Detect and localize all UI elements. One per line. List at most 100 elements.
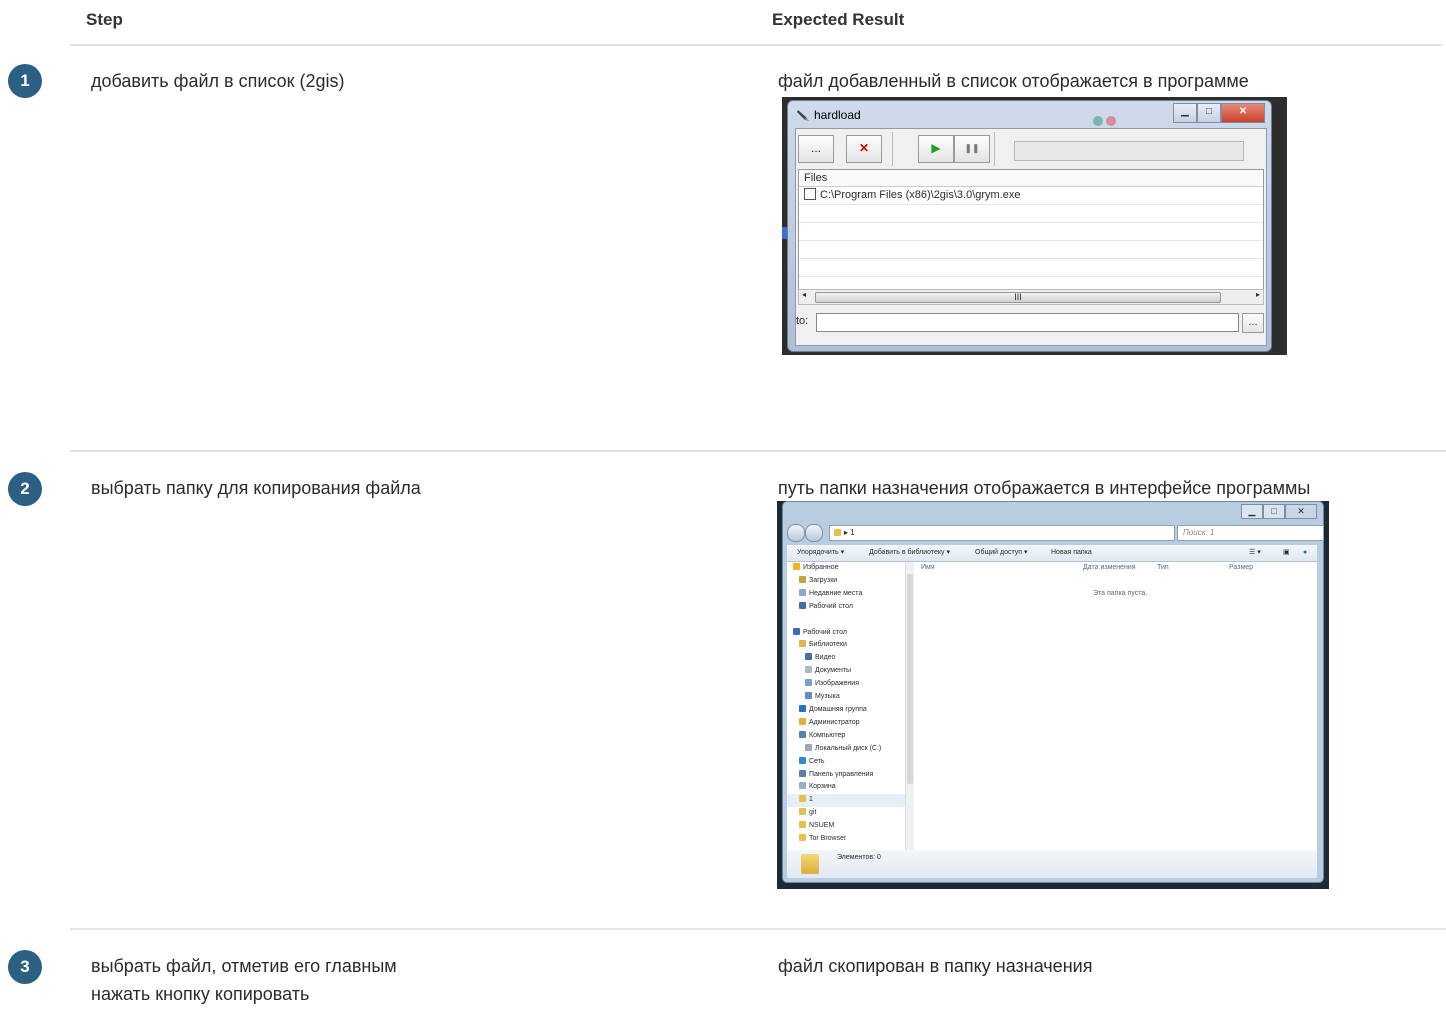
empty-row [799, 205, 1263, 223]
address-bar[interactable]: ▸ 1 [829, 525, 1175, 541]
scroll-thumb[interactable]: III [815, 292, 1221, 303]
command-bar: Упорядочить ▾ Добавить в библиотеку ▾ Об… [787, 545, 1317, 562]
tree-item[interactable]: Документы [787, 665, 905, 678]
toolbar-divider [994, 132, 995, 166]
folder-icon [834, 529, 841, 536]
progress-bar [1014, 141, 1244, 161]
tree-item-label: Корзина [809, 783, 836, 791]
tree-item[interactable]: 1 [787, 794, 905, 808]
hardload-window: hardload ▁ □ ✕ ... ✕ ▶ ❚❚ Files C:\Progr… [787, 100, 1272, 352]
column-date[interactable]: Дата изменения [1083, 562, 1136, 574]
minimize-icon[interactable]: ▁ [1173, 103, 1197, 123]
tree-item-label: Документы [815, 667, 852, 675]
tree-item-label: Tor Browser [809, 835, 847, 843]
close-icon[interactable]: ✕ [1221, 103, 1265, 123]
tree-item[interactable]: git [787, 807, 905, 820]
new-folder-button[interactable]: Новая папка [1051, 545, 1092, 561]
empty-row [799, 241, 1263, 259]
maximize-icon[interactable]: □ [1197, 103, 1221, 123]
tree-item[interactable]: Изображения [787, 678, 905, 691]
tree-item[interactable]: Библиотеки [787, 639, 905, 652]
tree-item[interactable]: Недавние места [787, 588, 905, 601]
step-number-badge: 1 [8, 64, 42, 98]
folder-icon [799, 782, 806, 790]
tree-item [787, 614, 905, 627]
add-to-library-menu[interactable]: Добавить в библиотеку ▾ [869, 545, 950, 561]
view-options-icon[interactable]: ☰ ▾ [1249, 545, 1261, 561]
tree-item[interactable]: Загрузки [787, 575, 905, 588]
tree-item[interactable]: Музыка [787, 691, 905, 704]
folder-icon [799, 588, 806, 596]
empty-folder-message: Эта папка пуста. [1093, 590, 1148, 597]
app-icon [797, 110, 809, 121]
files-list[interactable]: Files C:\Program Files (x86)\2gis\3.0\gr… [798, 169, 1264, 291]
navigation-tree: Избранное Загрузки Недавние места Рабочий с… [787, 562, 905, 850]
window-controls: ▁ □ ✕ [1241, 504, 1317, 519]
minimize-icon[interactable]: ▁ [1241, 504, 1263, 519]
hardload-client-area: ... ✕ ▶ ❚❚ Files C:\Program Files (x86)\… [795, 128, 1267, 346]
tree-item-label: Администратор [809, 718, 860, 726]
hardload-screenshot: hardload ▁ □ ✕ ... ✕ ▶ ❚❚ Files C:\Progr… [782, 97, 1287, 355]
help-icon[interactable]: ● [1303, 545, 1307, 561]
step-number-badge: 3 [8, 950, 42, 984]
tree-item[interactable]: Компьютер [787, 730, 905, 743]
file-checkbox[interactable] [804, 188, 816, 200]
folder-icon [799, 601, 806, 609]
folder-icon [801, 854, 819, 874]
tree-item[interactable]: Локальный диск (C:) [787, 743, 905, 756]
pause-button[interactable]: ❚❚ [954, 135, 990, 163]
items-count: Элементов: 0 [837, 854, 881, 861]
column-type[interactable]: Тип [1157, 562, 1169, 574]
tree-scrollbar[interactable] [905, 562, 914, 850]
maximize-icon[interactable]: □ [1263, 504, 1285, 519]
tree-item[interactable]: Администратор [787, 717, 905, 730]
back-icon[interactable] [787, 524, 805, 542]
tree-item[interactable]: Домашняя группа [787, 704, 905, 717]
tree-item[interactable]: Видео [787, 652, 905, 665]
preview-pane-icon[interactable]: ▣ [1283, 545, 1290, 561]
star-icon [793, 563, 800, 570]
folder-icon [799, 795, 806, 803]
tree-item[interactable]: Сеть [787, 756, 905, 769]
tree-item[interactable]: Панель управления [787, 769, 905, 782]
search-input[interactable]: Поиск: 1 [1177, 525, 1324, 541]
forward-icon[interactable] [805, 524, 823, 542]
destination-input[interactable] [816, 313, 1239, 332]
window-title: hardload [814, 108, 861, 122]
scroll-left-icon[interactable]: ◂ [802, 290, 806, 299]
column-size[interactable]: Размер [1229, 562, 1253, 574]
scroll-thumb[interactable] [907, 574, 913, 784]
folder-icon [799, 769, 806, 777]
tree-item[interactable]: Рабочий стол [787, 627, 905, 640]
tree-item-label: Локальный диск (C:) [815, 744, 882, 752]
tree-item[interactable]: Tor Browser [787, 833, 905, 846]
scroll-right-icon[interactable]: ▸ [1256, 290, 1260, 299]
browse-destination-button[interactable]: ... [1242, 313, 1264, 333]
horizontal-scrollbar[interactable]: ◂ III ▸ [798, 289, 1264, 305]
tree-item-label: NSUEM [809, 822, 835, 830]
empty-row [799, 223, 1263, 241]
explorer-content: Избранное Загрузки Недавние места Рабочий с… [787, 562, 1317, 850]
folder-icon [805, 653, 812, 661]
folder-icon [793, 627, 800, 635]
step-number-badge: 2 [8, 472, 42, 506]
tree-item[interactable]: Избранное [787, 562, 905, 575]
share-menu[interactable]: Общий доступ ▾ [975, 545, 1028, 561]
file-row[interactable]: C:\Program Files (x86)\2gis\3.0\grym.exe [799, 187, 1263, 205]
folder-icon [799, 575, 806, 583]
folder-icon [799, 717, 806, 725]
tree-item-label: Загрузки [809, 576, 838, 584]
browse-files-button[interactable]: ... [798, 135, 834, 163]
column-name[interactable]: Имя [921, 562, 935, 574]
folder-icon [799, 834, 806, 842]
tree-item[interactable]: NSUEM [787, 820, 905, 833]
tree-item[interactable]: Рабочий стол [787, 601, 905, 614]
start-copy-button[interactable]: ▶ [918, 135, 954, 163]
organize-menu[interactable]: Упорядочить ▾ [797, 545, 844, 561]
remove-file-button[interactable]: ✕ [846, 135, 882, 163]
tree-item-label: Недавние места [809, 589, 863, 597]
tree-item-label: Библиотеки [809, 641, 847, 649]
close-icon[interactable]: ✕ [1285, 504, 1317, 519]
to-label: to: [796, 315, 809, 327]
tree-item[interactable]: Корзина [787, 781, 905, 794]
